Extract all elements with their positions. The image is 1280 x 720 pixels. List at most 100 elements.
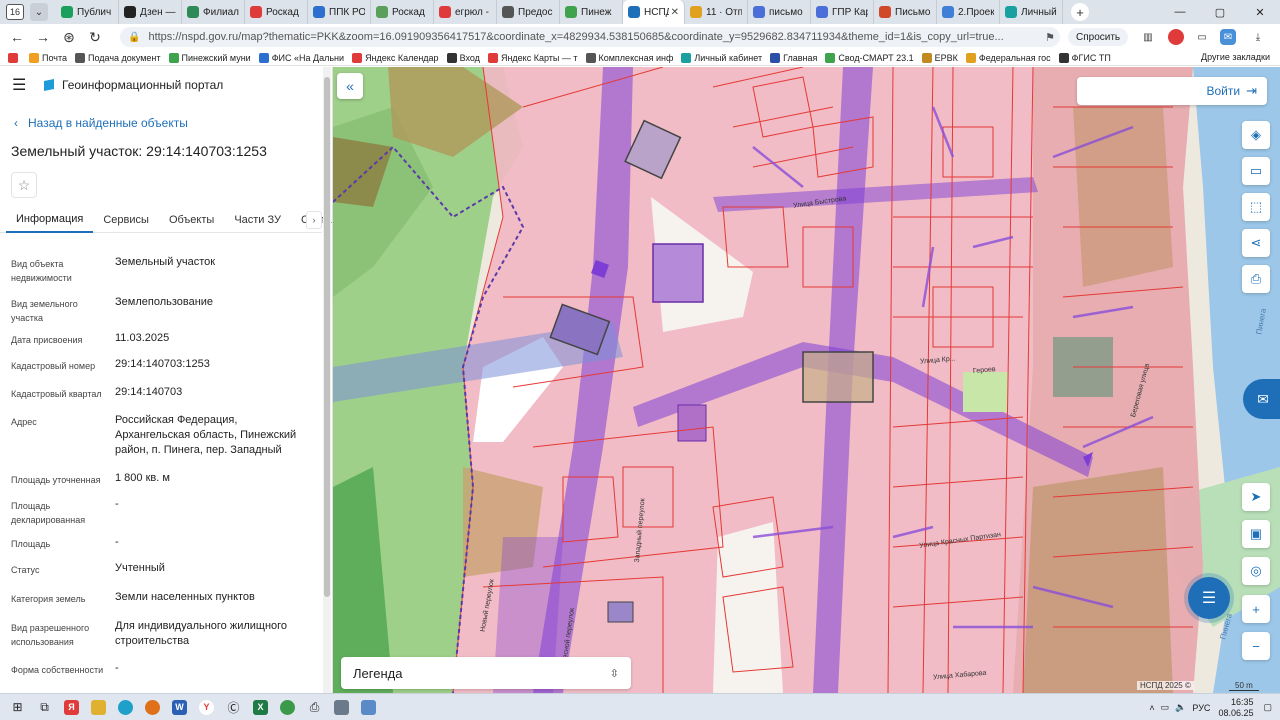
minimap-icon[interactable]: ▣ [1242, 520, 1270, 548]
layers-icon[interactable]: ◈ [1242, 121, 1270, 149]
tab-list-chevron-icon[interactable]: ⌄ [30, 3, 48, 21]
legend-button[interactable]: Легенда ⇳ [341, 657, 631, 689]
bookmark-item[interactable]: Федеральная гос [965, 52, 1051, 63]
back-to-results-link[interactable]: ‹ Назад в найденные объекты [14, 116, 188, 130]
browser-tab[interactable]: Филиал [182, 0, 245, 24]
map-canvas[interactable] [333, 67, 1280, 693]
other-bookmarks[interactable]: Другие закладки [1201, 52, 1270, 62]
notifications-icon[interactable]: ▢ [1263, 702, 1272, 713]
yandex-home-icon[interactable]: ⊛ [56, 24, 82, 50]
task-view-icon[interactable]: ⧉ [31, 694, 58, 720]
object-title: Земельный участок: 29:14:140703:1253 [11, 143, 267, 159]
photo-app-icon[interactable] [328, 694, 355, 720]
back-arrow-icon[interactable]: ← [4, 24, 30, 50]
excel-icon[interactable]: X [247, 694, 274, 720]
locate-me-icon[interactable]: ➤ [1242, 483, 1270, 511]
browser-tab[interactable]: Предос [497, 0, 560, 24]
browser-tab[interactable]: Роскад [245, 0, 308, 24]
sidebar-toggle-icon[interactable]: ▥ [1140, 29, 1156, 45]
edge-icon[interactable] [112, 694, 139, 720]
zoom-out-icon[interactable]: − [1242, 632, 1270, 660]
panel-scrollbar[interactable] [323, 67, 331, 693]
select-area-icon[interactable]: ⬚ [1242, 193, 1270, 221]
collapse-panel-icon[interactable]: « [337, 73, 363, 99]
bookmark-item[interactable]: ФГИС ТП [1058, 52, 1111, 63]
browser-tab[interactable]: письмо [748, 0, 811, 24]
reload-icon[interactable]: ↻ [82, 24, 108, 50]
bookmark-item[interactable]: Комплексная инф [585, 52, 673, 63]
new-tab-plus-icon[interactable]: + [1071, 3, 1089, 21]
bookmark-item[interactable]: Главная [770, 52, 817, 63]
share-icon[interactable]: ⋖ [1242, 229, 1270, 257]
tab-close-icon[interactable]: ✕ [671, 7, 679, 18]
panel-scroll-thumb[interactable] [324, 77, 330, 597]
ruler-icon[interactable]: ▭ [1242, 157, 1270, 185]
chat-icon[interactable]: ☰ [1188, 577, 1230, 619]
bookmark-item[interactable]: Вход [446, 52, 480, 63]
browser-tab[interactable]: ГПР Кар [811, 0, 874, 24]
info-tab[interactable]: Сервисы [93, 207, 159, 233]
browser-tab[interactable]: 11 · Отп [685, 0, 748, 24]
network-icon[interactable]: ▭ [1161, 702, 1170, 713]
print-icon[interactable]: ⎙ [1242, 265, 1270, 293]
login-button[interactable]: Войти ⇥ [1077, 77, 1267, 105]
bookmark-item[interactable]: Пинежский муни [168, 52, 251, 63]
word-icon[interactable]: W [166, 694, 193, 720]
printer-app-icon[interactable]: ⎙ [301, 694, 328, 720]
bookmark-flag-icon[interactable]: ⚑ [1040, 31, 1060, 44]
extension-avatar-icon[interactable] [1168, 29, 1184, 45]
tabs-scroll-right-icon[interactable]: › [306, 211, 322, 229]
file-explorer-icon[interactable] [85, 694, 112, 720]
info-tab[interactable]: Объекты [159, 207, 224, 233]
bookmark-item[interactable]: Почта [29, 52, 67, 63]
maximize-icon[interactable]: ▢ [1200, 0, 1240, 24]
browser-tab[interactable]: 2.Проек [937, 0, 1000, 24]
download-arrow-icon[interactable]: ⤓ [1250, 29, 1266, 45]
tray-chevron-icon[interactable]: ˄ [1149, 703, 1154, 713]
mail-extension-icon[interactable]: ✉ [1220, 29, 1236, 45]
volume-icon[interactable]: 🔈 [1175, 702, 1186, 713]
browser-tab[interactable]: Дзен — [119, 0, 182, 24]
browser-tab[interactable]: Письмо [874, 0, 937, 24]
language-indicator[interactable]: РУС [1192, 703, 1210, 713]
forward-arrow-icon[interactable]: → [30, 24, 56, 50]
firefox-icon[interactable] [139, 694, 166, 720]
browser-c-icon[interactable]: Ⓒ [220, 694, 247, 720]
browser-tab[interactable]: ППК РО [308, 0, 371, 24]
bookmark-item[interactable] [8, 52, 21, 63]
bookmark-item[interactable]: Яндекс Календар [352, 52, 439, 63]
windows-start-icon[interactable]: ⊞ [4, 694, 31, 720]
ask-button[interactable]: Спросить [1068, 28, 1129, 46]
chrome-icon[interactable] [274, 694, 301, 720]
bookmark-item[interactable]: Яндекс Карты — т [487, 52, 578, 63]
close-window-icon[interactable]: ✕ [1240, 0, 1280, 24]
yandex-browser-icon[interactable]: Y [193, 694, 220, 720]
clock[interactable]: 16:35 08.06.25 [1218, 697, 1253, 719]
property-value: - [115, 536, 119, 548]
cadastral-map[interactable]: Улица Быстрова Улица Кр... Героев Улица … [333, 67, 1280, 693]
browser-tab[interactable]: Публич [56, 0, 119, 24]
bookmark-item[interactable]: ЕРВК [921, 52, 958, 63]
feedback-icon[interactable]: ✉ [1243, 379, 1280, 419]
info-tab[interactable]: Части ЗУ [224, 207, 291, 233]
downloads-icon[interactable]: ▭ [1194, 29, 1210, 45]
browser-tab[interactable]: НСПД✕ [623, 0, 685, 24]
browser-tab[interactable]: Личный [1000, 0, 1063, 24]
geolocation-icon[interactable]: ◎ [1242, 557, 1270, 585]
browser-tab[interactable]: Пинеж [560, 0, 623, 24]
tab-count-badge[interactable]: 16 [6, 4, 24, 20]
favorite-star-icon[interactable]: ☆ [11, 172, 37, 198]
info-tab[interactable]: Информация [6, 207, 94, 233]
url-field[interactable]: 🔒 https://nspd.gov.ru/map?thematic=PKK&z… [120, 27, 1060, 47]
bookmark-item[interactable]: Личный кабинет [681, 52, 762, 63]
zoom-in-icon[interactable]: + [1242, 595, 1270, 623]
browser-tab[interactable]: егрюл - [434, 0, 497, 24]
bookmark-item[interactable]: Свод-СМАРТ 23.1 [825, 52, 914, 63]
browser-tab[interactable]: Роскад [371, 0, 434, 24]
minimize-icon[interactable]: — [1160, 0, 1200, 24]
yandex-app-icon[interactable]: Я [58, 694, 85, 720]
menu-burger-icon[interactable]: ☰ [12, 75, 34, 95]
bookmark-item[interactable]: Подача документ [75, 52, 161, 63]
paint-app-icon[interactable] [355, 694, 382, 720]
bookmark-item[interactable]: ФИС «На Дальни [258, 52, 344, 63]
